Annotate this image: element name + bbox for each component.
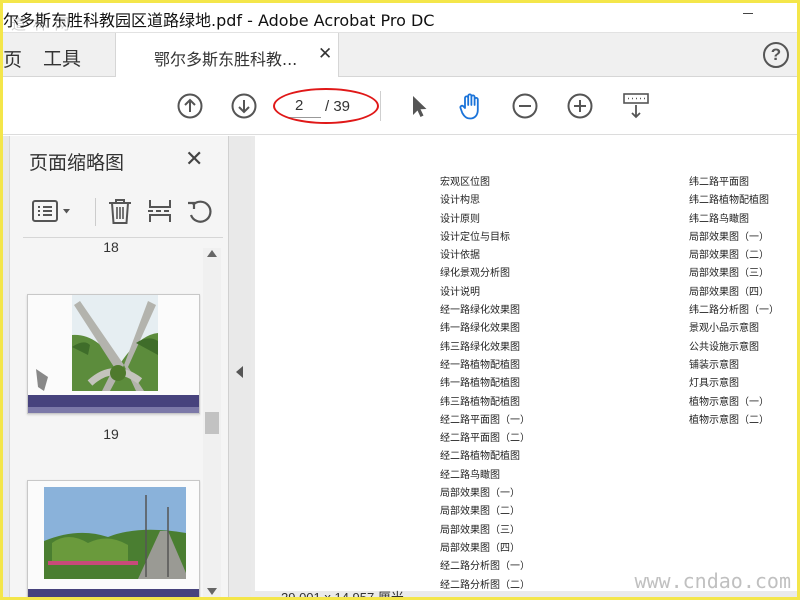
panel-toolbar <box>23 186 223 238</box>
select-arrow-icon[interactable] <box>405 93 431 119</box>
thumbnail-page-number: 19 <box>103 426 119 442</box>
toc-item: 局部效果图（二） <box>440 506 520 518</box>
scroll-down-icon[interactable] <box>207 588 217 595</box>
toc-item: 经二路平面图（二） <box>440 433 530 445</box>
thumbnail-page-number: 18 <box>103 240 119 255</box>
toolbar-divider <box>380 91 381 121</box>
watermark-url: www.cndao.com <box>634 569 791 593</box>
document-page: 宏观区位图设计构思设计原则设计定位与目标 设计依据绿化景观分析图 设计说明经一路绿化… <box>255 136 797 591</box>
toc-item: 局部效果图（四） <box>689 286 769 298</box>
toc-item: 纬一路植物配植图 <box>440 378 520 390</box>
panel-close-icon[interactable]: ✕ <box>185 146 203 172</box>
thumbnail-rendering <box>28 481 199 597</box>
toolbar: 2 / 39 <box>3 77 797 135</box>
toc-item: 经一路植物配植图 <box>440 359 520 371</box>
toc-item: 公共设施示意图 <box>689 341 759 353</box>
red-highlight-annotation <box>273 88 379 124</box>
minimize-button[interactable] <box>743 3 753 25</box>
toc-right-column: 纬二路平面图纬二路植物配植图 纬二路鸟瞰图局部效果图（一） 局部效果图（二） 局部效果… <box>689 174 779 430</box>
toc-item: 设计说明 <box>440 286 480 298</box>
toc-item: 经二路鸟瞰图 <box>440 469 500 481</box>
toc-item: 灯具示意图 <box>689 378 739 390</box>
hand-tool-icon[interactable] <box>456 91 486 121</box>
toc-item: 局部效果图（三） <box>689 268 769 280</box>
rotate-icon[interactable] <box>185 196 215 226</box>
toc-item: 纬三路绿化效果图 <box>440 341 520 353</box>
acrobat-window: 尔多斯东胜科教园区道路绿地.pdf - Adobe Acrobat Pro DC… <box>3 3 797 597</box>
panel-toolbar-divider <box>95 198 96 226</box>
tab-home[interactable]: 页 <box>3 45 22 72</box>
tab-document[interactable]: 鄂尔多斯东胜科教... ✕ <box>115 33 339 77</box>
thumbnail-rendering <box>28 295 199 413</box>
scrollbar-thumb[interactable] <box>205 412 219 434</box>
toc-item: 设计定位与目标 <box>440 231 510 243</box>
tab-document-label: 鄂尔多斯东胜科教... <box>154 50 298 69</box>
prev-page-icon[interactable] <box>177 93 203 119</box>
thumbnail-list: 18 19 <box>11 240 201 597</box>
page-dimensions: 29.001 x 14.957 厘米 <box>281 587 404 597</box>
toc-item: 局部效果图（四） <box>440 542 520 554</box>
extract-pages-icon[interactable] <box>145 196 175 226</box>
zoom-in-icon[interactable] <box>567 93 593 119</box>
tab-tools[interactable]: 工具 <box>43 44 81 71</box>
toc-item: 设计依据 <box>440 250 480 262</box>
toc-item: 设计构思 <box>440 195 480 207</box>
toc-item: 植物示意图（一） <box>689 396 769 408</box>
toc-left-column: 宏观区位图设计构思设计原则设计定位与目标 设计依据绿化景观分析图 设计说明经一路绿化… <box>440 174 530 595</box>
thumbnail-page-19[interactable] <box>27 294 200 414</box>
delete-icon[interactable] <box>105 196 135 226</box>
toc-item: 宏观区位图 <box>440 177 490 188</box>
toc-item: 纬三路植物配植图 <box>440 396 520 408</box>
toc-item: 植物示意图（二） <box>689 414 769 426</box>
toc-item: 局部效果图（三） <box>440 524 520 536</box>
toc-item: 经二路分析图（一） <box>440 561 530 573</box>
title-bar: 尔多斯东胜科教园区道路绿地.pdf - Adobe Acrobat Pro DC… <box>3 3 797 33</box>
toc-item: 经二路平面图（一） <box>440 414 530 426</box>
watermark-logo-text: 道 林 网 <box>11 15 71 33</box>
panel-collapse-strip[interactable] <box>229 136 251 597</box>
toc-item: 绿化景观分析图 <box>440 268 510 280</box>
toc-item: 景观小品示意图 <box>689 323 759 335</box>
tab-close-icon[interactable]: ✕ <box>318 44 332 64</box>
toc-item: 局部效果图（二） <box>689 250 769 262</box>
toc-item: 铺装示意图 <box>689 359 739 371</box>
next-page-icon[interactable] <box>231 93 257 119</box>
zoom-out-icon[interactable] <box>512 93 538 119</box>
toc-item: 纬二路平面图 <box>689 177 749 188</box>
toc-item: 纬一路绿化效果图 <box>440 323 520 335</box>
help-icon[interactable]: ? <box>763 42 789 68</box>
collapse-arrow-icon[interactable] <box>236 366 243 378</box>
toc-item: 局部效果图（一） <box>440 488 520 500</box>
toc-item: 纬二路分析图（一） <box>689 305 779 317</box>
options-menu-icon[interactable] <box>31 196 73 226</box>
panel-edge <box>3 136 10 597</box>
scroll-up-icon[interactable] <box>207 250 217 257</box>
document-view[interactable]: 宏观区位图设计构思设计原则设计定位与目标 设计依据绿化景观分析图 设计说明经一路绿化… <box>251 136 797 597</box>
panel-title: 页面缩略图 <box>29 152 125 174</box>
thumbnail-page-20[interactable] <box>27 480 200 597</box>
toc-item: 纬二路鸟瞰图 <box>689 213 749 225</box>
thumbnail-scrollbar[interactable] <box>203 248 221 597</box>
toc-item: 设计原则 <box>440 213 480 225</box>
toc-item: 经一路绿化效果图 <box>440 305 520 317</box>
toc-item: 局部效果图（一） <box>689 231 769 243</box>
keyboard-scroll-icon[interactable] <box>621 91 651 121</box>
tab-bar: 页 工具 鄂尔多斯东胜科教... ✕ ? <box>3 33 797 77</box>
toc-item: 经二路植物配植图 <box>440 451 520 463</box>
toc-item: 纬二路植物配植图 <box>689 195 769 207</box>
page-thumbnails-panel: 页面缩略图 ✕ 18 19 <box>3 136 229 597</box>
